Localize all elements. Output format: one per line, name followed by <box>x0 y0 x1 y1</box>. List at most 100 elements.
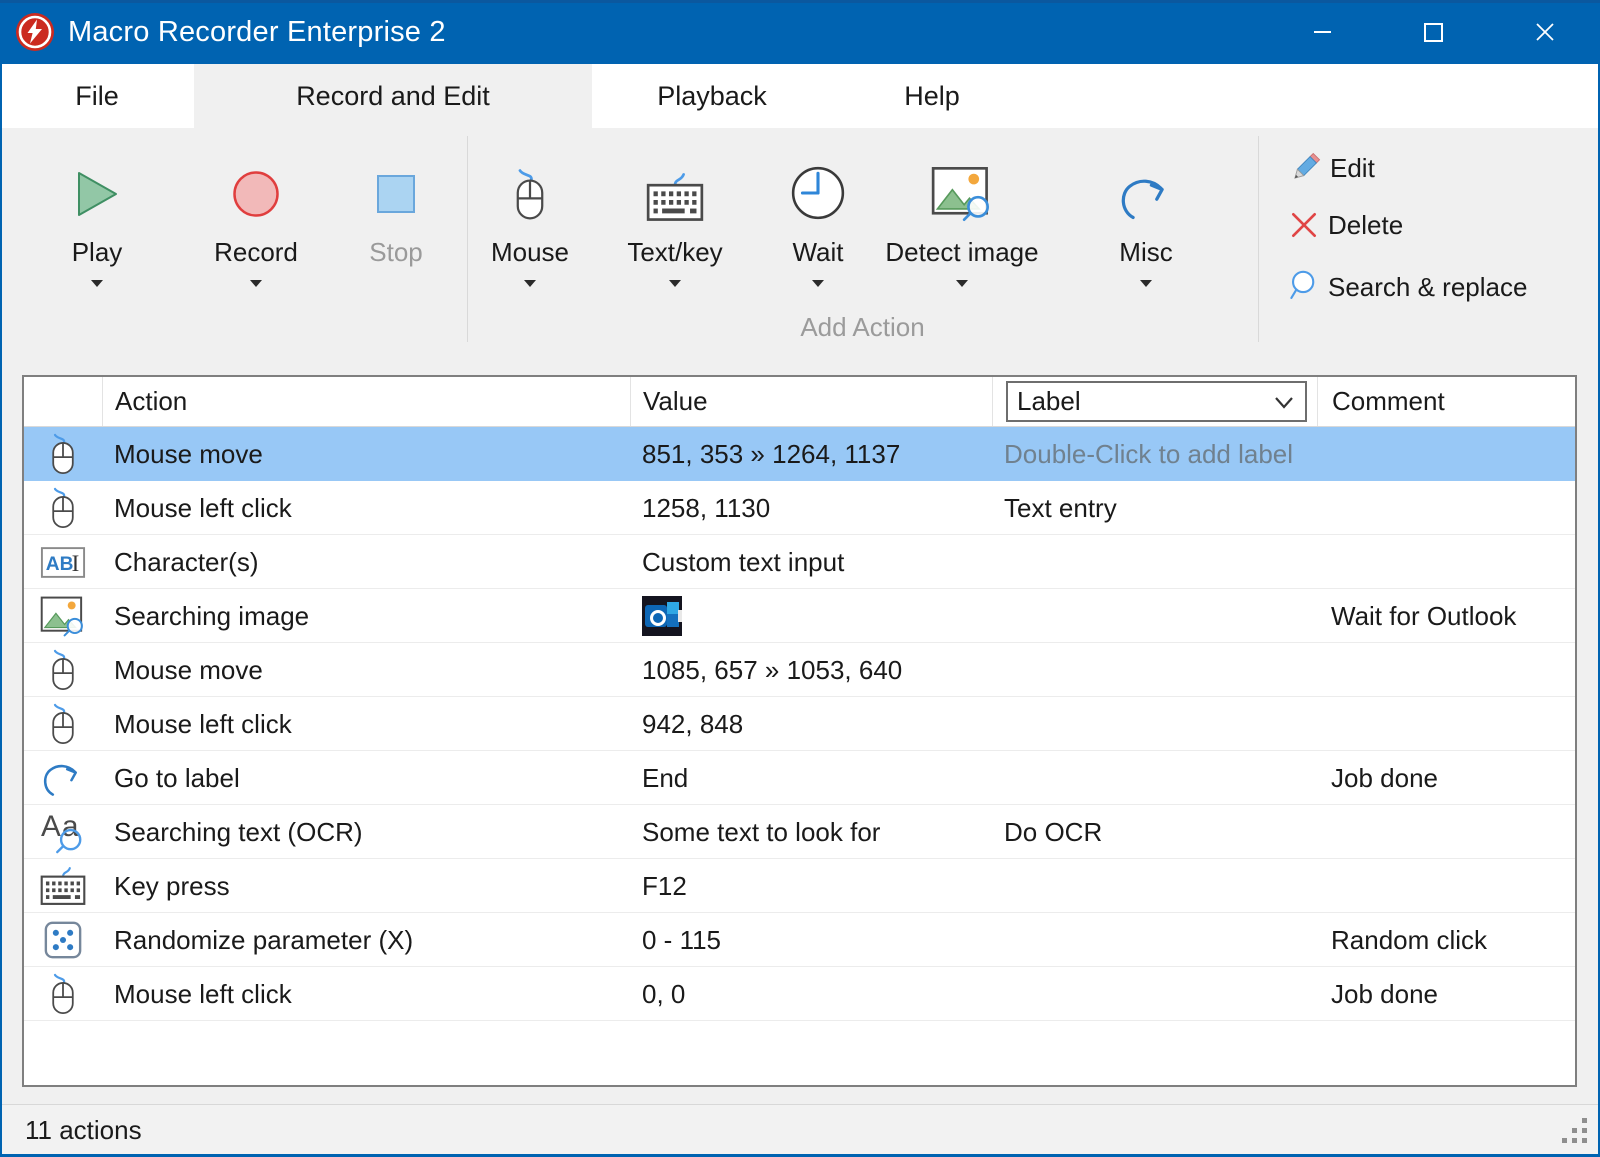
ribbon-button-label: Detect image <box>885 237 1038 268</box>
chevron-down-icon <box>1273 386 1305 417</box>
row-action: Character(s) <box>102 547 630 578</box>
maximize-icon <box>1424 23 1443 42</box>
minimize-button[interactable] <box>1267 0 1378 64</box>
table-row[interactable]: ABI Character(s)Custom text input <box>24 535 1575 589</box>
row-comment: Job done <box>1317 763 1575 794</box>
row-action-icon-cell <box>24 589 102 643</box>
ribbon-button-label: Misc <box>1119 237 1172 268</box>
row-label[interactable]: Double-Click to add label <box>992 439 1317 470</box>
resize-grip-icon[interactable] <box>1560 1116 1588 1149</box>
tab-playback[interactable]: Playback <box>592 64 832 128</box>
ribbon-button-stop: Stop <box>336 156 456 268</box>
row-action: Mouse move <box>102 655 630 686</box>
maximize-button[interactable] <box>1378 0 1489 64</box>
table-row[interactable]: Searching imageWait for Outlook <box>24 589 1575 643</box>
tab-help[interactable]: Help <box>832 64 1032 128</box>
row-value: 0, 0 <box>630 979 992 1010</box>
svg-text:AB: AB <box>46 554 74 575</box>
ribbon-group-label: Add Action <box>467 312 1258 343</box>
column-header-value[interactable]: Value <box>630 377 992 426</box>
row-action: Mouse left click <box>102 493 630 524</box>
ribbon-button-detect-image[interactable]: Detect image <box>877 156 1047 287</box>
pencil-icon <box>1288 151 1322 185</box>
characters-icon: ABI <box>40 545 86 580</box>
tab-record-and-edit[interactable]: Record and Edit <box>194 64 592 128</box>
mouse-icon <box>47 649 79 692</box>
row-label[interactable]: Text entry <box>992 493 1317 524</box>
close-button[interactable] <box>1489 0 1600 64</box>
ribbon-button-misc[interactable]: Misc <box>1089 156 1203 287</box>
ribbon-button-mouse[interactable]: Mouse <box>470 156 590 287</box>
ribbon-button-label: Wait <box>792 237 843 268</box>
column-header-label: Comment <box>1332 386 1445 417</box>
app-logo-icon <box>15 12 55 52</box>
window-controls <box>1267 0 1600 64</box>
ribbon-button-record[interactable]: Record <box>196 156 316 287</box>
dropdown-caret-icon[interactable] <box>812 280 824 287</box>
row-value: F12 <box>630 871 992 902</box>
dropdown-caret-icon[interactable] <box>956 280 968 287</box>
window-border-left <box>0 64 2 1157</box>
ribbon-button-label: Edit <box>1330 153 1375 184</box>
column-header-action[interactable]: Action <box>102 377 630 426</box>
row-action-icon-cell: Aa <box>24 805 102 859</box>
svg-text:A: A <box>41 810 61 843</box>
mouse-icon <box>510 156 550 222</box>
row-value: 942, 848 <box>630 709 992 740</box>
table-row[interactable]: Mouse move851, 353 » 1264, 1137Double-Cl… <box>24 427 1575 481</box>
keyboard-icon <box>646 156 704 222</box>
dropdown-caret-icon[interactable] <box>250 280 262 287</box>
row-action: Mouse move <box>102 439 630 470</box>
row-action: Key press <box>102 871 630 902</box>
mouse-icon <box>47 973 79 1016</box>
row-action-icon-cell <box>24 427 102 481</box>
column-header-comment[interactable]: Comment <box>1317 377 1575 426</box>
dice-icon <box>43 920 83 960</box>
close-icon <box>1534 21 1556 43</box>
row-action: Randomize parameter (X) <box>102 925 630 956</box>
dropdown-caret-icon[interactable] <box>669 280 681 287</box>
table-row[interactable]: Mouse left click1258, 1130Text entry <box>24 481 1575 535</box>
ribbon-button-search-replace[interactable]: Search & replace <box>1288 269 1527 305</box>
row-action-icon-cell <box>24 913 102 967</box>
ribbon-separator <box>1258 136 1259 342</box>
ribbon-button-edit[interactable]: Edit <box>1288 151 1375 185</box>
row-action: Mouse left click <box>102 979 630 1010</box>
table-row[interactable]: Mouse left click942, 848 <box>24 697 1575 751</box>
ribbon-button-delete[interactable]: Delete <box>1288 209 1403 241</box>
row-action-icon-cell <box>24 643 102 697</box>
tab-file[interactable]: File <box>0 64 194 128</box>
stop-icon <box>368 156 424 222</box>
table-row[interactable]: Key pressF12 <box>24 859 1575 913</box>
goto-arrow-icon <box>1118 156 1174 222</box>
column-header-icon[interactable] <box>24 377 102 426</box>
delete-x-icon <box>1288 209 1320 241</box>
table-row[interactable]: Randomize parameter (X)0 - 115Random cli… <box>24 913 1575 967</box>
table-row[interactable]: Mouse move1085, 657 » 1053, 640 <box>24 643 1575 697</box>
label-filter-dropdown[interactable]: Label <box>1006 381 1307 422</box>
dropdown-caret-icon[interactable] <box>1140 280 1152 287</box>
app-window: Macro Recorder Enterprise 2 FileRecord a… <box>0 0 1600 1157</box>
mouse-icon <box>47 703 79 746</box>
detect-image-icon <box>931 156 993 222</box>
clock-icon <box>789 156 847 222</box>
ribbon-button-play[interactable]: Play <box>37 156 157 287</box>
record-icon <box>228 156 284 222</box>
window-title: Macro Recorder Enterprise 2 <box>68 16 446 49</box>
row-value: Custom text input <box>630 547 992 578</box>
dropdown-caret-icon[interactable] <box>524 280 536 287</box>
row-action: Searching text (OCR) <box>102 817 630 848</box>
ribbon-button-text-key[interactable]: Text/key <box>608 156 742 287</box>
keyboard-icon <box>40 866 86 906</box>
macro-action-table: ActionValue Label Comment Mouse move851, 3… <box>22 375 1577 1087</box>
dropdown-caret-icon[interactable] <box>91 280 103 287</box>
table-row[interactable]: AaSearching text (OCR)Some text to look … <box>24 805 1575 859</box>
table-row[interactable]: Go to labelEndJob done <box>24 751 1575 805</box>
row-value: 1085, 657 » 1053, 640 <box>630 655 992 686</box>
ribbon-button-wait[interactable]: Wait <box>766 156 870 287</box>
ribbon-button-label: Record <box>214 237 298 268</box>
column-header-label: Label <box>992 377 1317 426</box>
table-row[interactable]: Mouse left click0, 0Job done <box>24 967 1575 1021</box>
search-icon <box>1288 269 1320 305</box>
row-label[interactable]: Do OCR <box>992 817 1317 848</box>
